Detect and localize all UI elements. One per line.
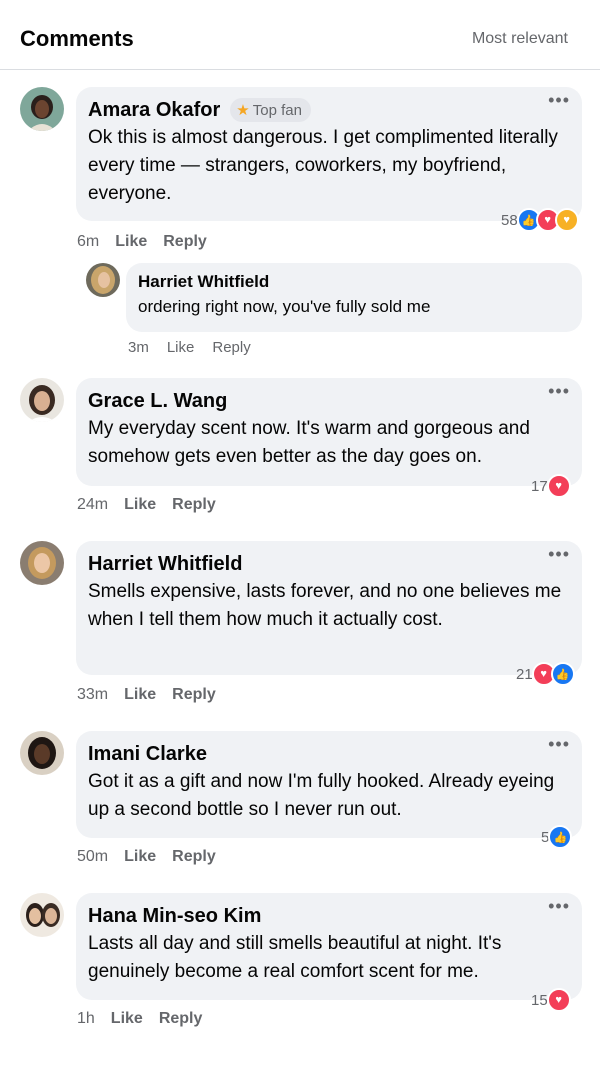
like-button[interactable]: Like — [124, 848, 156, 866]
more-options-icon[interactable]: ••• — [548, 735, 570, 753]
reply-time[interactable]: 3m — [128, 339, 149, 356]
reply-button[interactable]: Reply — [163, 233, 207, 251]
comment-actions: 24m Like Reply — [77, 496, 216, 514]
comment-actions: 6m Like Reply — [77, 233, 207, 251]
commenter-name[interactable]: Imani Clarke — [88, 741, 207, 767]
comment-bubble: Hana Min-seo Kim Lasts all day and still… — [76, 893, 582, 1000]
top-fan-badge: ★ Top fan — [230, 98, 311, 122]
like-button[interactable]: Like — [111, 1010, 143, 1028]
comment-bubble: Amara Okafor ★ Top fan Ok this is almost … — [76, 87, 582, 221]
avatar[interactable] — [20, 87, 64, 131]
more-options-icon[interactable]: ••• — [548, 897, 570, 915]
comment-actions: 50m Like Reply — [77, 848, 216, 866]
reaction-count: 21 — [516, 665, 533, 683]
love-reaction-icon: ♥ — [546, 474, 571, 498]
star-icon: ★ — [236, 102, 250, 119]
comment-text: Got it as a gift and now I'm fully hooke… — [88, 771, 555, 820]
reaction-summary[interactable]: 21 ♥ 👍 — [516, 662, 575, 686]
comment-bubble: Grace L. Wang My everyday scent now. It'… — [76, 378, 582, 486]
reaction-count: 15 — [531, 991, 548, 1009]
comment-actions: 1h Like Reply — [77, 1010, 202, 1028]
reply-button[interactable]: Reply — [159, 1010, 203, 1028]
comment-time[interactable]: 6m — [77, 233, 99, 251]
commenter-name[interactable]: Harriet Whitfield — [138, 271, 570, 293]
comment-bubble: Harriet Whitfield Smells expensive, last… — [76, 541, 582, 675]
like-button[interactable]: Like — [167, 339, 195, 356]
reaction-count: 58 — [501, 211, 518, 229]
commenter-name[interactable]: Hana Min-seo Kim — [88, 903, 261, 929]
reply-button[interactable]: Reply — [172, 496, 216, 514]
reaction-summary[interactable]: 5 👍 — [541, 825, 573, 849]
reply-bubble: Harriet Whitfield ordering right now, yo… — [126, 263, 582, 332]
avatar[interactable] — [20, 541, 64, 585]
reply-actions: 3m Like Reply — [128, 339, 251, 356]
love-reaction-icon: ♥ — [546, 988, 571, 1012]
comment-time[interactable]: 33m — [77, 686, 108, 704]
reply-button[interactable]: Reply — [212, 339, 250, 356]
commenter-name[interactable]: Amara Okafor — [88, 97, 220, 123]
comment-text: Lasts all day and still smells beautiful… — [88, 933, 502, 982]
more-options-icon[interactable]: ••• — [548, 545, 570, 563]
like-button[interactable]: Like — [124, 496, 156, 514]
comments-title: Comments — [20, 26, 134, 51]
reply-button[interactable]: Reply — [172, 686, 216, 704]
reaction-summary[interactable]: 58 👍 ♥ ♥ — [501, 208, 579, 232]
badge-label: Top fan — [252, 101, 302, 119]
comment-bubble: Imani Clarke Got it as a gift and now I'… — [76, 731, 582, 838]
like-reaction-icon: 👍 — [550, 662, 575, 686]
comment-actions: 33m Like Reply — [77, 686, 216, 704]
like-reaction-icon: 👍 — [548, 825, 573, 849]
avatar[interactable] — [20, 378, 64, 422]
comment-text: My everyday scent now. It's warm and gor… — [88, 418, 530, 467]
reaction-summary[interactable]: 17 ♥ — [531, 474, 571, 498]
like-button[interactable]: Like — [115, 233, 147, 251]
comment-time[interactable]: 24m — [77, 496, 108, 514]
like-button[interactable]: Like — [124, 686, 156, 704]
commenter-name[interactable]: Grace L. Wang — [88, 388, 227, 414]
comment-time[interactable]: 50m — [77, 848, 108, 866]
avatar[interactable] — [20, 893, 64, 937]
care-reaction-icon: ♥ — [554, 208, 579, 232]
commenter-name[interactable]: Harriet Whitfield — [88, 551, 242, 577]
comment-text: Smells expensive, lasts forever, and no … — [88, 581, 562, 630]
reaction-count: 17 — [531, 477, 548, 495]
comments-header: Comments Most relevant — [0, 0, 600, 70]
reply-text: ordering right now, you've fully sold me — [138, 297, 431, 316]
avatar[interactable] — [20, 731, 64, 775]
reply-button[interactable]: Reply — [172, 848, 216, 866]
comment-time[interactable]: 1h — [77, 1010, 95, 1028]
more-options-icon[interactable]: ••• — [548, 91, 570, 109]
more-options-icon[interactable]: ••• — [548, 382, 570, 400]
sort-dropdown[interactable]: Most relevant — [472, 29, 568, 49]
avatar[interactable] — [86, 263, 120, 297]
comment-text: Ok this is almost dangerous. I get compl… — [88, 127, 558, 204]
reaction-summary[interactable]: 15 ♥ — [531, 988, 571, 1012]
